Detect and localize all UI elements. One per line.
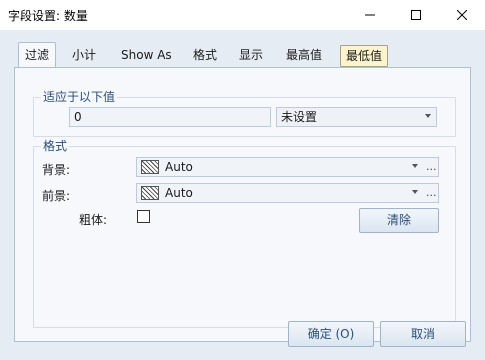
chevron-down-icon bbox=[412, 164, 418, 168]
dialog-client: 过滤 小计 Show As 格式 显示 最高值 最低值 适应于以下值 0 未设置… bbox=[0, 30, 485, 360]
maximize-icon bbox=[411, 10, 421, 20]
foreground-label: 前景: bbox=[42, 189, 71, 203]
title-bar: 字段设置: 数量 bbox=[0, 0, 485, 30]
foreground-color-value: Auto bbox=[165, 186, 193, 200]
tab-highest-value[interactable]: 最高值 bbox=[280, 44, 328, 68]
tab-lowest-value[interactable]: 最低值 bbox=[340, 45, 389, 67]
tab-panel: 适应于以下值 0 未设置 格式 背景: Auto ... 前景: Auto ..… bbox=[14, 67, 471, 342]
maximize-button[interactable] bbox=[393, 0, 439, 30]
tab-display[interactable]: 显示 bbox=[233, 44, 269, 68]
background-more-button[interactable]: ... bbox=[426, 158, 437, 176]
format-group: 格式 背景: Auto ... 前景: Auto ... 粗体: 清除 bbox=[33, 139, 456, 328]
value-input[interactable]: 0 bbox=[69, 107, 271, 127]
format-group-legend: 格式 bbox=[41, 139, 70, 153]
minimize-button[interactable] bbox=[347, 0, 393, 30]
close-icon bbox=[457, 10, 467, 20]
background-label: 背景: bbox=[42, 163, 71, 177]
cancel-button[interactable]: 取消 bbox=[380, 321, 466, 347]
hatched-swatch-icon bbox=[141, 160, 159, 174]
tab-filter[interactable]: 过滤 bbox=[18, 42, 57, 69]
foreground-color-select[interactable]: Auto ... bbox=[136, 183, 439, 203]
condition-select-value: 未设置 bbox=[281, 110, 318, 124]
bold-checkbox[interactable] bbox=[137, 210, 150, 223]
apply-group: 适应于以下值 0 未设置 bbox=[33, 90, 456, 137]
tab-subtotal[interactable]: 小计 bbox=[66, 44, 102, 68]
tab-strip: 过滤 小计 Show As 格式 显示 最高值 最低值 bbox=[14, 42, 471, 69]
clear-button[interactable]: 清除 bbox=[359, 208, 439, 233]
apply-group-legend: 适应于以下值 bbox=[41, 90, 118, 104]
chevron-down-icon bbox=[412, 190, 418, 194]
bold-label: 粗体: bbox=[79, 213, 108, 227]
background-color-value: Auto bbox=[165, 160, 193, 174]
close-button[interactable] bbox=[439, 0, 485, 30]
minimize-icon bbox=[365, 14, 375, 16]
tab-format[interactable]: 格式 bbox=[187, 44, 223, 68]
window-title: 字段设置: 数量 bbox=[8, 9, 88, 23]
tab-show-as[interactable]: Show As bbox=[115, 44, 178, 68]
background-color-select[interactable]: Auto ... bbox=[136, 157, 439, 177]
foreground-more-button[interactable]: ... bbox=[426, 184, 437, 202]
condition-select[interactable]: 未设置 bbox=[276, 107, 437, 127]
ok-button[interactable]: 确定 (O) bbox=[288, 321, 374, 347]
hatched-swatch-icon bbox=[141, 186, 159, 200]
chevron-down-icon bbox=[425, 114, 431, 118]
